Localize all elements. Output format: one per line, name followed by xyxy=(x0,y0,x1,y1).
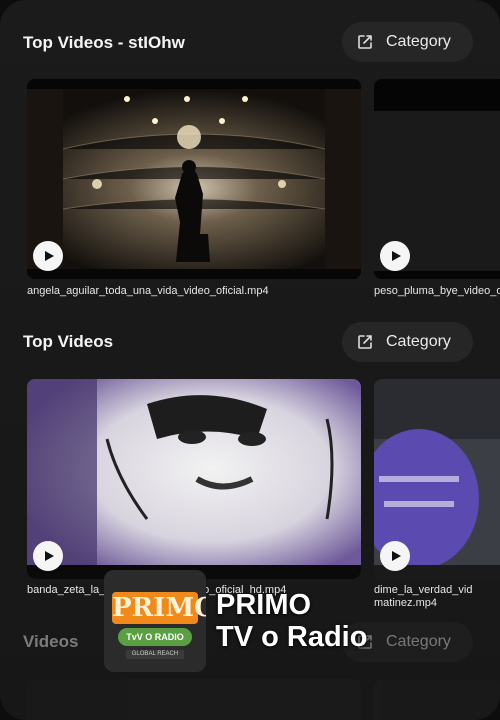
category-button-label: Category xyxy=(386,633,451,650)
external-link-icon xyxy=(358,35,372,49)
video-card[interactable] xyxy=(27,679,361,720)
logo-text-top: PRIMO xyxy=(112,593,206,623)
app-logo: PRIMO TvV O RADIO GLOBAL REACH xyxy=(104,570,206,672)
logo-text-bottom: GLOBAL REACH xyxy=(131,651,179,657)
play-button[interactable] xyxy=(380,241,410,271)
play-icon xyxy=(392,251,401,261)
video-card[interactable] xyxy=(374,379,500,579)
app-frame: Top Videos - stIOhw Category angela_agui… xyxy=(0,0,500,720)
section-title: Top Videos xyxy=(23,332,114,351)
video-thumbnail xyxy=(27,79,361,279)
category-button-label: Category xyxy=(386,333,451,350)
play-icon xyxy=(45,551,54,561)
brand-name-line1: PRIMO xyxy=(216,589,312,621)
video-card[interactable] xyxy=(374,79,500,279)
video-caption: angela_aguilar_toda_una_vida_video_ofici… xyxy=(27,285,269,297)
play-button[interactable] xyxy=(33,541,63,571)
video-card[interactable] xyxy=(27,379,361,579)
brand-overlay: PRIMO TvV O RADIO GLOBAL REACH PRIMO TV … xyxy=(104,570,367,672)
play-icon xyxy=(392,551,401,561)
play-button[interactable] xyxy=(33,241,63,271)
video-caption-line2: matinez.mp4 xyxy=(374,597,437,609)
category-button[interactable]: Category xyxy=(342,322,473,362)
video-caption-line1: dime_la_verdad_vid xyxy=(374,584,473,596)
category-button[interactable]: Category xyxy=(342,22,473,62)
logo-text-mid: TvV O RADIO xyxy=(126,632,184,642)
section-title: Top Videos - stIOhw xyxy=(23,33,185,52)
video-thumbnail xyxy=(27,379,361,579)
brand-name: PRIMO TV o Radio xyxy=(216,589,367,653)
external-link-icon xyxy=(358,335,372,349)
section-title: Videos xyxy=(23,632,79,651)
play-button[interactable] xyxy=(380,541,410,571)
video-card[interactable] xyxy=(27,79,361,279)
video-caption: peso_pluma_bye_video_oficial.mp4 xyxy=(374,285,500,297)
video-card[interactable] xyxy=(374,679,500,720)
play-icon xyxy=(45,251,54,261)
brand-name-line2: TV o Radio xyxy=(216,621,368,653)
category-button-label: Category xyxy=(386,33,451,50)
